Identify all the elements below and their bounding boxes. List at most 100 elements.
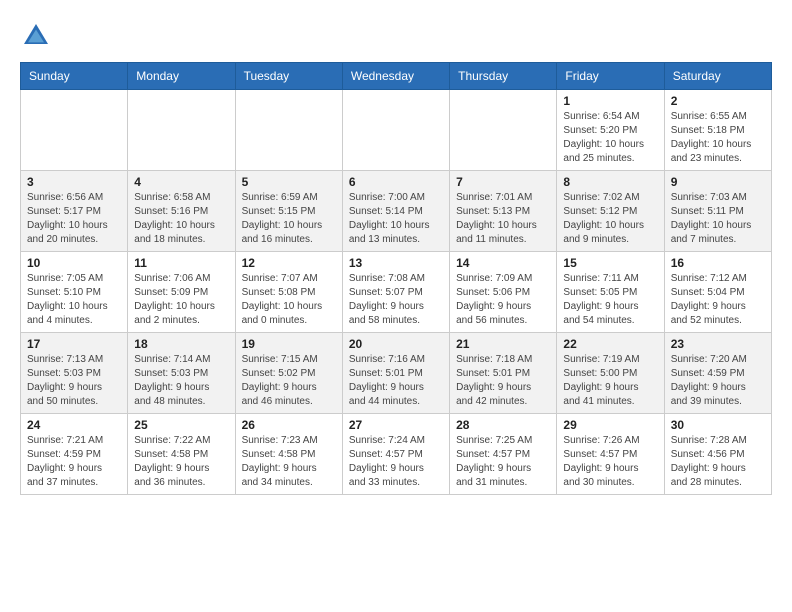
day-info: Sunrise: 6:55 AM Sunset: 5:18 PM Dayligh…	[671, 110, 765, 166]
day-number: 3	[27, 175, 121, 189]
day-number: 23	[671, 337, 765, 351]
calendar-day-19: 19 Sunrise: 7:15 AM Sunset: 5:02 PM Dayli…	[235, 333, 342, 414]
calendar-header-tuesday: Tuesday	[235, 63, 342, 90]
calendar-day-7: 7Sunrise: 7:01 AM Sunset: 5:13 PM Daylig…	[450, 171, 557, 252]
calendar-day-27: 27 Sunrise: 7:24 AM Sunset: 4:57 PM Dayli…	[342, 414, 449, 495]
day-number: 12	[242, 256, 336, 270]
calendar-table: SundayMondayTuesdayWednesdayThursdayFrid…	[20, 62, 772, 495]
calendar-day-empty	[342, 90, 449, 171]
calendar-header-monday: Monday	[128, 63, 235, 90]
calendar-day-13: 13Sunrise: 7:08 AM Sunset: 5:07 PM Dayli…	[342, 252, 449, 333]
calendar-day-18: 18 Sunrise: 7:14 AM Sunset: 5:03 PM Dayli…	[128, 333, 235, 414]
calendar-day-29: 29 Sunrise: 7:26 AM Sunset: 4:57 PM Dayli…	[557, 414, 664, 495]
day-info: Sunrise: 7:12 AM Sunset: 5:04 PM Dayligh…	[671, 272, 765, 328]
calendar-day-9: 9Sunrise: 7:03 AM Sunset: 5:11 PM Daylig…	[664, 171, 771, 252]
logo	[20, 20, 56, 52]
day-info: Sunrise: 6:59 AM Sunset: 5:15 PM Dayligh…	[242, 191, 336, 247]
day-number: 27	[349, 418, 443, 432]
calendar-day-empty	[21, 90, 128, 171]
calendar-day-8: 8 Sunrise: 7:02 AM Sunset: 5:12 PM Daylig…	[557, 171, 664, 252]
day-number: 5	[242, 175, 336, 189]
calendar-header-friday: Friday	[557, 63, 664, 90]
day-info: Sunrise: 7:22 AM Sunset: 4:58 PM Dayligh…	[134, 434, 228, 490]
calendar-day-20: 20 Sunrise: 7:16 AM Sunset: 5:01 PM Dayli…	[342, 333, 449, 414]
day-number: 4	[134, 175, 228, 189]
day-info: Sunrise: 7:20 AM Sunset: 4:59 PM Dayligh…	[671, 353, 765, 409]
day-number: 22	[563, 337, 657, 351]
calendar-header-wednesday: Wednesday	[342, 63, 449, 90]
calendar-day-11: 11 Sunrise: 7:06 AM Sunset: 5:09 PM Dayli…	[128, 252, 235, 333]
calendar-day-5: 5 Sunrise: 6:59 AM Sunset: 5:15 PM Daylig…	[235, 171, 342, 252]
day-number: 6	[349, 175, 443, 189]
calendar-day-26: 26 Sunrise: 7:23 AM Sunset: 4:58 PM Dayli…	[235, 414, 342, 495]
day-info: Sunrise: 7:23 AM Sunset: 4:58 PM Dayligh…	[242, 434, 336, 490]
calendar-week-2: 3 Sunrise: 6:56 AM Sunset: 5:17 PM Daylig…	[21, 171, 772, 252]
calendar-day-4: 4 Sunrise: 6:58 AM Sunset: 5:16 PM Daylig…	[128, 171, 235, 252]
day-info: Sunrise: 7:16 AM Sunset: 5:01 PM Dayligh…	[349, 353, 443, 409]
calendar-day-30: 30 Sunrise: 7:28 AM Sunset: 4:56 PM Dayli…	[664, 414, 771, 495]
day-number: 8	[563, 175, 657, 189]
day-number: 25	[134, 418, 228, 432]
day-number: 2	[671, 94, 765, 108]
day-info: Sunrise: 7:02 AM Sunset: 5:12 PM Dayligh…	[563, 191, 657, 247]
day-info: Sunrise: 7:25 AM Sunset: 4:57 PM Dayligh…	[456, 434, 550, 490]
day-info: Sunrise: 7:18 AM Sunset: 5:01 PM Dayligh…	[456, 353, 550, 409]
calendar-week-3: 10Sunrise: 7:05 AM Sunset: 5:10 PM Dayli…	[21, 252, 772, 333]
day-number: 14	[456, 256, 550, 270]
day-info: Sunrise: 7:15 AM Sunset: 5:02 PM Dayligh…	[242, 353, 336, 409]
calendar-week-1: 1 Sunrise: 6:54 AM Sunset: 5:20 PM Daylig…	[21, 90, 772, 171]
day-info: Sunrise: 7:07 AM Sunset: 5:08 PM Dayligh…	[242, 272, 336, 328]
calendar-day-28: 28 Sunrise: 7:25 AM Sunset: 4:57 PM Dayli…	[450, 414, 557, 495]
calendar-week-5: 24 Sunrise: 7:21 AM Sunset: 4:59 PM Dayli…	[21, 414, 772, 495]
day-number: 26	[242, 418, 336, 432]
page-header	[20, 20, 772, 52]
day-info: Sunrise: 7:14 AM Sunset: 5:03 PM Dayligh…	[134, 353, 228, 409]
day-info: Sunrise: 7:09 AM Sunset: 5:06 PM Dayligh…	[456, 272, 550, 328]
day-info: Sunrise: 7:08 AM Sunset: 5:07 PM Dayligh…	[349, 272, 443, 328]
day-number: 1	[563, 94, 657, 108]
day-info: Sunrise: 6:56 AM Sunset: 5:17 PM Dayligh…	[27, 191, 121, 247]
day-info: Sunrise: 7:21 AM Sunset: 4:59 PM Dayligh…	[27, 434, 121, 490]
calendar-header-saturday: Saturday	[664, 63, 771, 90]
day-info: Sunrise: 7:13 AM Sunset: 5:03 PM Dayligh…	[27, 353, 121, 409]
calendar-day-3: 3 Sunrise: 6:56 AM Sunset: 5:17 PM Daylig…	[21, 171, 128, 252]
day-number: 20	[349, 337, 443, 351]
calendar-day-16: 16 Sunrise: 7:12 AM Sunset: 5:04 PM Dayli…	[664, 252, 771, 333]
calendar-day-2: 2 Sunrise: 6:55 AM Sunset: 5:18 PM Daylig…	[664, 90, 771, 171]
day-number: 15	[563, 256, 657, 270]
day-number: 11	[134, 256, 228, 270]
calendar-day-1: 1 Sunrise: 6:54 AM Sunset: 5:20 PM Daylig…	[557, 90, 664, 171]
calendar-day-14: 14 Sunrise: 7:09 AM Sunset: 5:06 PM Dayli…	[450, 252, 557, 333]
calendar-day-21: 21 Sunrise: 7:18 AM Sunset: 5:01 PM Dayli…	[450, 333, 557, 414]
day-number: 30	[671, 418, 765, 432]
day-info: Sunrise: 7:06 AM Sunset: 5:09 PM Dayligh…	[134, 272, 228, 328]
logo-icon	[20, 20, 52, 52]
day-info: Sunrise: 7:28 AM Sunset: 4:56 PM Dayligh…	[671, 434, 765, 490]
day-info: Sunrise: 6:54 AM Sunset: 5:20 PM Dayligh…	[563, 110, 657, 166]
day-number: 29	[563, 418, 657, 432]
day-info: Sunrise: 7:11 AM Sunset: 5:05 PM Dayligh…	[563, 272, 657, 328]
calendar-day-25: 25 Sunrise: 7:22 AM Sunset: 4:58 PM Dayli…	[128, 414, 235, 495]
day-number: 18	[134, 337, 228, 351]
day-info: Sunrise: 7:24 AM Sunset: 4:57 PM Dayligh…	[349, 434, 443, 490]
calendar-day-empty	[235, 90, 342, 171]
calendar-header-thursday: Thursday	[450, 63, 557, 90]
day-info: Sunrise: 6:58 AM Sunset: 5:16 PM Dayligh…	[134, 191, 228, 247]
calendar-day-15: 15 Sunrise: 7:11 AM Sunset: 5:05 PM Dayli…	[557, 252, 664, 333]
day-number: 28	[456, 418, 550, 432]
day-number: 24	[27, 418, 121, 432]
calendar-day-22: 22Sunrise: 7:19 AM Sunset: 5:00 PM Dayli…	[557, 333, 664, 414]
calendar-day-empty	[450, 90, 557, 171]
calendar-week-4: 17Sunrise: 7:13 AM Sunset: 5:03 PM Dayli…	[21, 333, 772, 414]
calendar-day-empty	[128, 90, 235, 171]
day-info: Sunrise: 7:26 AM Sunset: 4:57 PM Dayligh…	[563, 434, 657, 490]
day-number: 19	[242, 337, 336, 351]
calendar-header-sunday: Sunday	[21, 63, 128, 90]
day-info: Sunrise: 7:03 AM Sunset: 5:11 PM Dayligh…	[671, 191, 765, 247]
calendar-day-12: 12 Sunrise: 7:07 AM Sunset: 5:08 PM Dayli…	[235, 252, 342, 333]
day-number: 16	[671, 256, 765, 270]
calendar-day-23: 23 Sunrise: 7:20 AM Sunset: 4:59 PM Dayli…	[664, 333, 771, 414]
calendar-day-24: 24 Sunrise: 7:21 AM Sunset: 4:59 PM Dayli…	[21, 414, 128, 495]
calendar-header-row: SundayMondayTuesdayWednesdayThursdayFrid…	[21, 63, 772, 90]
day-number: 21	[456, 337, 550, 351]
